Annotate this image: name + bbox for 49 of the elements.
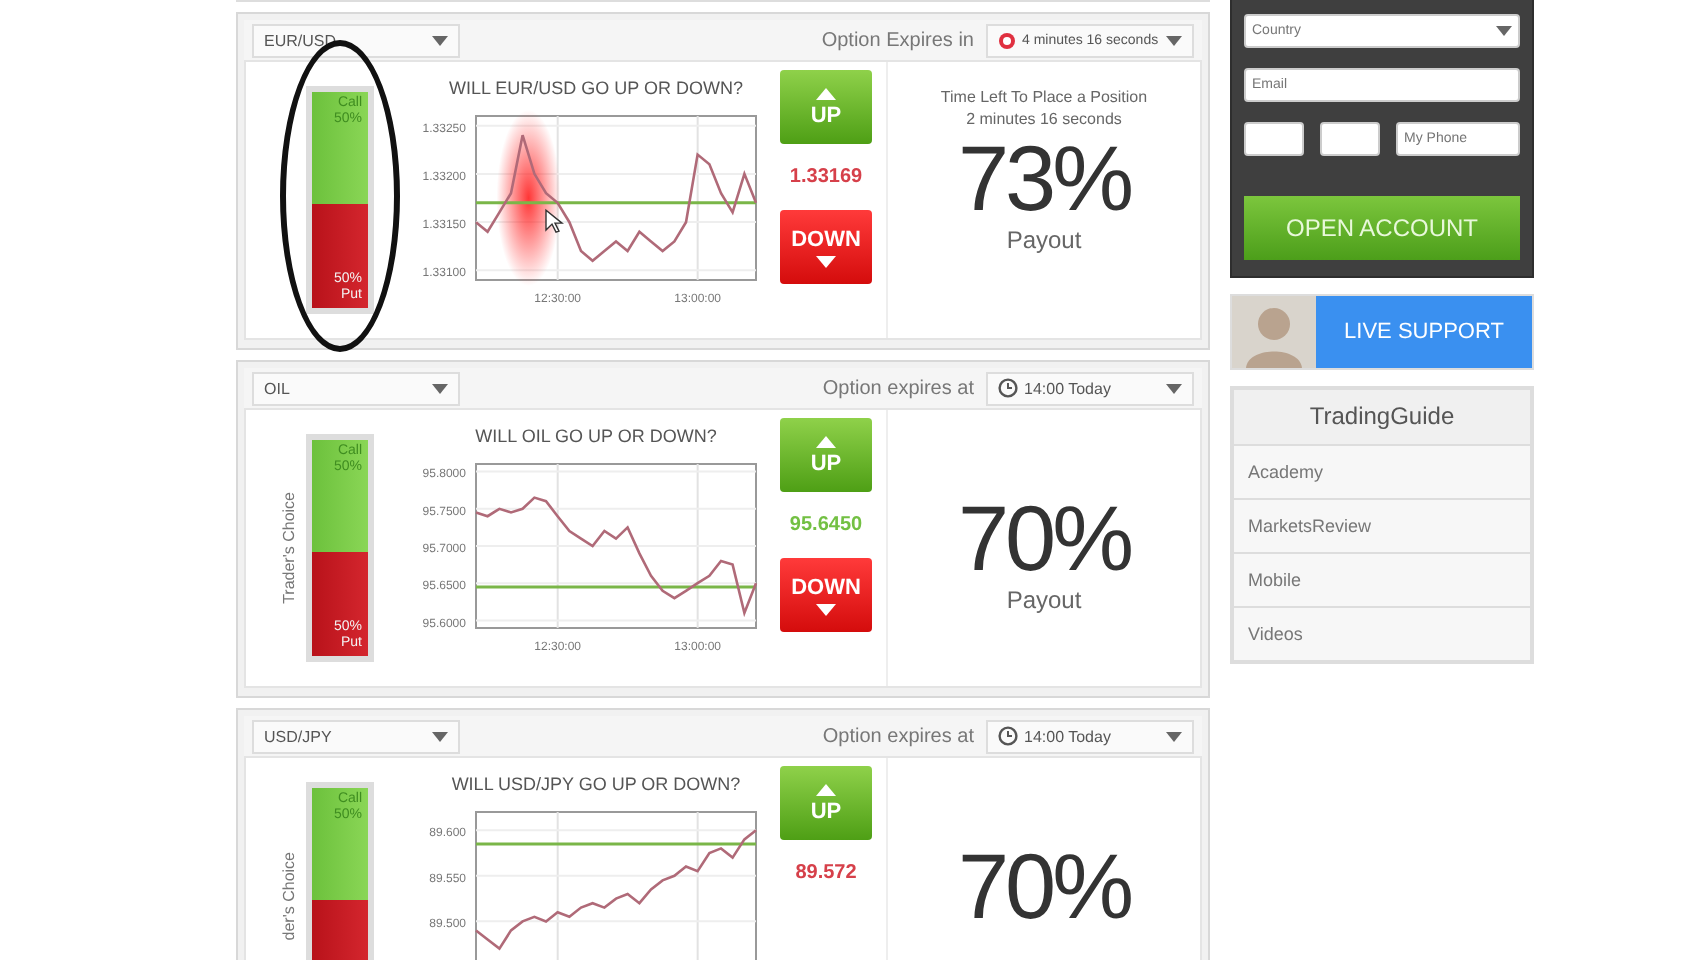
question-text: WILL EUR/USD GO UP OR DOWN?	[446, 78, 744, 98]
up-button[interactable]: UP	[780, 418, 872, 492]
expiry-label: Option Expires in	[821, 29, 974, 51]
time-left-value: 2 minutes 16 seconds	[966, 108, 1122, 130]
payout-percent: 70%	[957, 838, 1131, 934]
up-arrow-icon	[816, 435, 836, 447]
payout-percent: 70%	[957, 490, 1131, 586]
payout-percent: 73%	[957, 130, 1131, 226]
area-code-field[interactable]	[1320, 122, 1380, 156]
up-button[interactable]: UP	[780, 70, 872, 144]
guide-link[interactable]: MarketsReview	[1234, 500, 1530, 554]
up-button[interactable]: UP	[780, 766, 872, 840]
expiry-label: Option expires at	[822, 725, 974, 747]
down-button[interactable]: DOWN	[780, 210, 872, 284]
caret-icon	[432, 731, 448, 741]
caret-icon	[1166, 35, 1182, 45]
caret-icon	[432, 383, 448, 393]
time-left-label: Time Left To Place a Position	[940, 86, 1148, 108]
cursor-icon	[544, 208, 563, 233]
expiry-dropdown[interactable]: 14:00 Today	[986, 371, 1194, 405]
up-arrow-icon	[816, 87, 836, 99]
up-arrow-icon	[816, 783, 836, 795]
asset-dropdown[interactable]: OIL	[252, 371, 460, 405]
down-arrow-icon	[816, 603, 836, 615]
question-text: WILL USD/JPY GO UP OR DOWN?	[449, 774, 741, 794]
payout-label: Payout	[1006, 586, 1082, 614]
caret-icon	[432, 35, 448, 45]
current-price: 89.572	[795, 862, 857, 884]
current-price: 95.6450	[789, 514, 863, 536]
expiry-label: Option expires at	[822, 377, 974, 399]
guide-link[interactable]: Mobile	[1234, 554, 1530, 608]
caret-icon	[1496, 26, 1512, 36]
side-label: der's Choice	[280, 851, 298, 941]
caret-icon	[1166, 383, 1182, 393]
current-price: 1.33169	[789, 166, 863, 188]
question-text: WILL OIL GO UP OR DOWN?	[473, 426, 717, 446]
open-account-button[interactable]: OPEN ACCOUNT	[1244, 196, 1520, 260]
down-arrow-icon	[816, 255, 836, 267]
guide-link[interactable]: Academy	[1234, 446, 1530, 500]
guide-link[interactable]: Videos	[1234, 608, 1530, 660]
side-label: Trader's Choice	[280, 492, 298, 604]
caret-icon	[1166, 731, 1182, 741]
live-support-label: LIVE SUPPORT	[1342, 318, 1506, 348]
down-button[interactable]: DOWN	[780, 558, 872, 632]
expiry-dropdown[interactable]: 14:00 Today	[986, 719, 1194, 753]
country-code-field[interactable]	[1244, 122, 1304, 156]
asset-dropdown[interactable]: USD/JPY	[252, 719, 460, 753]
live-support-banner[interactable]: LIVE SUPPORT	[1230, 294, 1534, 370]
payout-label: Payout	[1006, 226, 1082, 254]
